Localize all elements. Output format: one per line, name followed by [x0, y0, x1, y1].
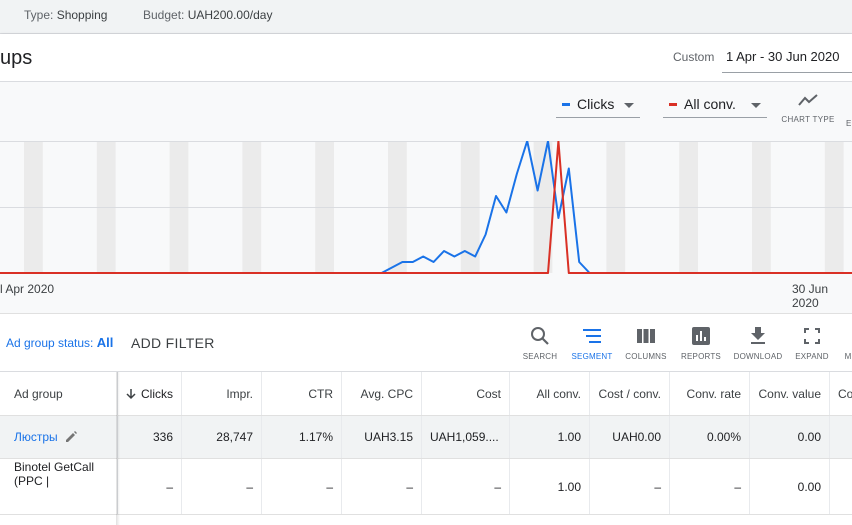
campaign-info-bar: Type: Shopping Budget: UAH200.00/day — [0, 0, 852, 34]
cell-conv-value: 0.00 — [750, 459, 830, 514]
cell-cost-per-conv: UAH0.00 — [590, 416, 670, 458]
ad-group-link[interactable]: Люстры — [14, 430, 58, 444]
table-row: Люстры 336 28,747 1.17% UAH3.15 UAH1,059… — [0, 416, 852, 459]
header-clicks[interactable]: Clicks — [118, 372, 182, 415]
table-row: Binotel GetCall (PPC | – – – – – 1.00 – … — [0, 459, 852, 515]
performance-chart: Clicks All conv. CHART TYPE E l Apr 2020… — [0, 82, 852, 314]
header-ad-group[interactable]: Ad group — [0, 372, 118, 415]
columns-button[interactable]: COLUMNS — [618, 325, 674, 361]
reports-button[interactable]: REPORTS — [673, 325, 729, 361]
cell-cost: UAH1,059.... — [422, 416, 510, 458]
search-button[interactable]: SEARCH — [512, 325, 568, 361]
budget-label: Budget: — [143, 8, 185, 22]
cell-cost: – — [422, 459, 510, 514]
type-label: Type: — [24, 8, 54, 22]
segment-icon — [583, 329, 601, 343]
header-all-conv[interactable]: All conv. — [510, 372, 590, 415]
chevron-down-icon — [624, 103, 634, 108]
columns-icon — [637, 329, 655, 343]
cell-clicks: – — [118, 459, 182, 514]
expand-icon — [804, 328, 820, 344]
campaign-budget: Budget: UAH200.00/day — [143, 8, 272, 22]
reports-icon — [692, 327, 710, 345]
page-title: ups — [0, 47, 33, 69]
segment-button[interactable]: SEGMENT — [564, 325, 620, 361]
status-filter-value: All — [96, 335, 114, 350]
budget-value: UAH200.00/day — [187, 8, 273, 22]
chart-type-button[interactable]: CHART TYPE — [778, 92, 838, 124]
x-axis-end-label: 30 Jun 2020 — [792, 282, 829, 310]
header-ctr[interactable]: CTR — [262, 372, 342, 415]
frozen-column-shadow — [116, 372, 120, 525]
search-icon — [531, 327, 549, 345]
cell-conv-rate: – — [670, 459, 750, 514]
segment-label: SEGMENT — [571, 352, 613, 361]
download-button[interactable]: DOWNLOAD — [730, 325, 786, 361]
header-cost-per-conv[interactable]: Cost / conv. — [590, 372, 670, 415]
date-range-underline — [722, 72, 852, 73]
reports-label: REPORTS — [681, 352, 721, 361]
cell-all-conv: 1.00 — [510, 416, 590, 458]
search-label: SEARCH — [522, 352, 558, 361]
expand-label: EXPAND — [795, 352, 829, 361]
cell-ctr: – — [262, 459, 342, 514]
chart-extra-label-cut: E — [846, 119, 852, 128]
clicks-legend-swatch — [562, 103, 570, 106]
cell-cost-per-conv: – — [590, 459, 670, 514]
cell-all-conv: 1.00 — [510, 459, 590, 514]
cell-clicks: 336 — [118, 416, 182, 458]
title-bar: ups Custom 1 Apr - 30 Jun 2020 — [0, 34, 852, 82]
chart-plot — [0, 141, 852, 274]
cell-cut — [830, 416, 852, 458]
cell-impr: – — [182, 459, 262, 514]
download-label: DOWNLOAD — [733, 352, 783, 361]
header-impr[interactable]: Impr. — [182, 372, 262, 415]
date-range-picker[interactable]: 1 Apr - 30 Jun 2020 — [726, 49, 839, 64]
cell-cut — [830, 459, 852, 514]
edit-pencil-icon[interactable] — [64, 430, 78, 444]
download-icon — [751, 327, 765, 344]
x-axis-start-label: l Apr 2020 — [0, 282, 55, 296]
metric-selector-all-conv[interactable]: All conv. — [663, 96, 767, 118]
header-clicks-label: Clicks — [141, 386, 173, 401]
cell-conv-value: 0.00 — [750, 416, 830, 458]
add-filter-button[interactable]: ADD FILTER — [131, 335, 215, 351]
table-toolbar: Ad group status: All ADD FILTER SEARCH S… — [0, 315, 852, 372]
header-cost[interactable]: Cost — [422, 372, 510, 415]
chart-type-icon — [798, 94, 818, 106]
cell-ctr: 1.17% — [262, 416, 342, 458]
more-button-cut[interactable]: M — [838, 325, 852, 361]
more-label-cut: M — [844, 352, 852, 361]
cell-avg-cpc: UAH3.15 — [342, 416, 422, 458]
columns-label: COLUMNS — [625, 352, 667, 361]
ad-group-status-filter[interactable]: Ad group status: All — [6, 335, 113, 350]
table-header-row: Ad group Clicks Impr. CTR Avg. CPC Cost … — [0, 372, 852, 416]
date-range-label: Custom — [673, 50, 715, 64]
type-value: Shopping — [56, 8, 108, 22]
chart-type-label: CHART TYPE — [781, 115, 835, 124]
header-conv-rate[interactable]: Conv. rate — [670, 372, 750, 415]
cell-impr: 28,747 — [182, 416, 262, 458]
ad-group-name-cell: Люстры — [0, 416, 118, 458]
cell-conv-rate: 0.00% — [670, 416, 750, 458]
chevron-down-icon — [751, 103, 761, 108]
header-avg-cpc[interactable]: Avg. CPC — [342, 372, 422, 415]
sort-down-arrow-icon — [126, 388, 136, 399]
ad-group-name-cell[interactable]: Binotel GetCall (PPC | — [0, 459, 118, 514]
all-conv-legend-swatch — [669, 103, 677, 106]
status-filter-label: Ad group status: — [6, 336, 94, 350]
metric-2-label: All conv. — [684, 96, 736, 112]
header-conv-value[interactable]: Conv. value — [750, 372, 830, 415]
expand-button[interactable]: EXPAND — [784, 325, 840, 361]
header-cut-column[interactable]: Co — [830, 372, 852, 415]
metric-1-label: Clicks — [577, 96, 615, 112]
campaign-type: Type: Shopping — [24, 8, 107, 22]
metric-selector-clicks[interactable]: Clicks — [556, 96, 640, 118]
cell-avg-cpc: – — [342, 459, 422, 514]
